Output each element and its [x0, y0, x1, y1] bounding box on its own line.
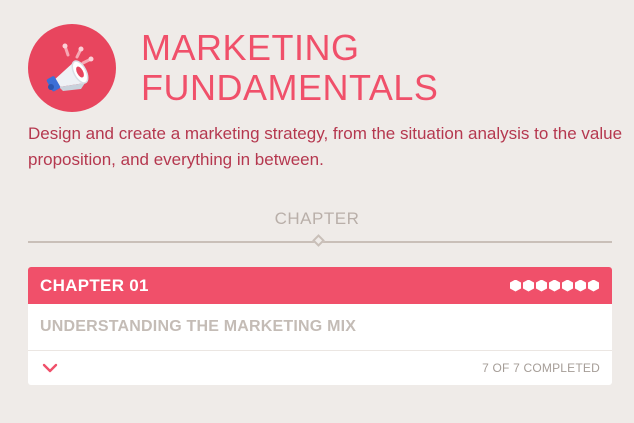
divider-diamond-icon: [312, 234, 325, 247]
chapter-card[interactable]: CHAPTER 01 UNDERSTANDING THE MARKETING M…: [28, 267, 612, 385]
course-description: Design and create a marketing strategy, …: [28, 124, 623, 169]
chapter-title[interactable]: UNDERSTANDING THE MARKETING MIX: [28, 304, 612, 351]
lesson-hex-icon: [523, 279, 534, 292]
chevron-down-icon: [42, 363, 58, 373]
lesson-hex-icon: [549, 279, 560, 292]
course-title: MARKETING FUNDAMENTALS: [141, 28, 438, 108]
lesson-hex-icon: [575, 279, 586, 292]
lesson-hex-icon: [562, 279, 573, 292]
megaphone-icon: [46, 43, 94, 92]
section-heading: CHAPTER: [274, 209, 360, 228]
completion-status: 7 OF 7 COMPLETED: [482, 361, 600, 375]
course-title-line-2: FUNDAMENTALS: [141, 67, 439, 108]
lesson-hex-icon: [536, 279, 547, 292]
lesson-hex-icon: [588, 279, 599, 292]
course-logo: [28, 24, 116, 112]
course-title-line-1: MARKETING: [141, 27, 360, 68]
expand-chapter-button[interactable]: [40, 358, 60, 378]
chapter-footer: 7 OF 7 COMPLETED: [28, 351, 612, 385]
chapter-number: CHAPTER 01: [40, 275, 149, 295]
lesson-hex-icon: [510, 279, 521, 292]
lesson-progress-indicator: [510, 279, 599, 292]
chapter-header[interactable]: CHAPTER 01: [28, 267, 612, 304]
